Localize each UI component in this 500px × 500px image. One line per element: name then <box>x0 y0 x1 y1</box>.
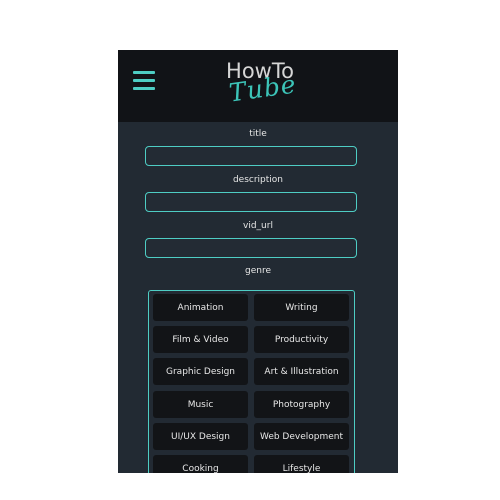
menu-bar-top <box>133 71 155 74</box>
title-label: title <box>249 129 267 139</box>
genre-button-animation[interactable]: Animation <box>153 294 248 321</box>
title-input[interactable] <box>145 146 357 166</box>
menu-bar-middle <box>133 79 155 82</box>
description-label: description <box>232 175 284 185</box>
menu-bar-bottom <box>133 87 155 90</box>
genre-button-writing[interactable]: Writing <box>254 294 349 321</box>
genre-button-web-development[interactable]: Web Development <box>254 423 349 450</box>
vid-url-input[interactable] <box>145 238 357 258</box>
genre-label: genre <box>245 266 271 276</box>
genre-button-music[interactable]: Music <box>153 391 248 418</box>
app-screen: HowTo Tube title description vid_url gen… <box>118 50 398 473</box>
genre-button-film-video[interactable]: Film & Video <box>153 326 248 353</box>
hamburger-menu-icon[interactable] <box>133 71 155 91</box>
genre-button-cooking[interactable]: Cooking <box>153 455 248 473</box>
description-input[interactable] <box>145 192 357 212</box>
genre-button-art-illustration[interactable]: Art & Illustration <box>254 358 349 385</box>
genre-button-productivity[interactable]: Productivity <box>254 326 349 353</box>
genre-button-photography[interactable]: Photography <box>254 391 349 418</box>
genre-button-ui-ux-design[interactable]: UI/UX Design <box>153 423 248 450</box>
genre-button-graphic-design[interactable]: Graphic Design <box>153 358 248 385</box>
vid-url-label: vid_url <box>243 221 273 231</box>
genre-button-lifestyle[interactable]: Lifestyle <box>254 455 349 473</box>
app-header: HowTo Tube <box>118 50 398 122</box>
